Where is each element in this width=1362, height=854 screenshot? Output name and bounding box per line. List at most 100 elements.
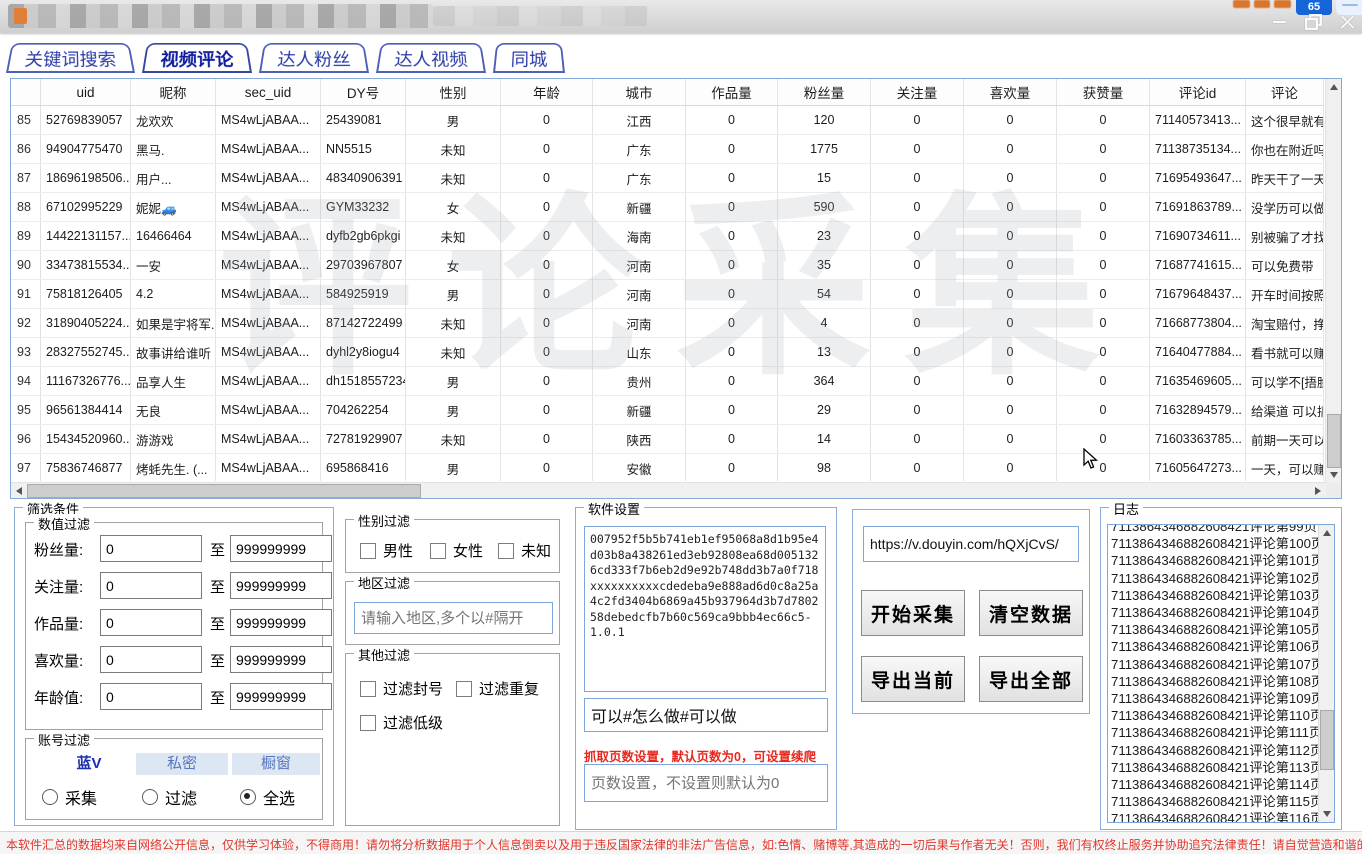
page-count-input[interactable] <box>584 764 828 802</box>
works-max-input[interactable] <box>230 609 332 636</box>
start-collect-button[interactable]: 开始采集 <box>861 590 965 636</box>
log-entry[interactable]: 7113864346882608421评论第114页 <box>1111 776 1319 793</box>
age-min-input[interactable] <box>100 683 202 710</box>
cell-nick: 16466464 <box>131 222 216 250</box>
log-scrollbar[interactable] <box>1318 525 1334 822</box>
log-entry[interactable]: 7113864346882608421评论第99页 <box>1111 524 1319 535</box>
log-entry[interactable]: 7113864346882608421评论第106页 <box>1111 638 1319 655</box>
follow-min-input[interactable] <box>100 572 202 599</box>
table-row[interactable]: 8694904775470黑马.MS4wLjABAA...NN5515未知0广东… <box>11 135 1324 164</box>
cell-like: 0 <box>964 106 1057 134</box>
table-row[interactable]: 8718696198506...用户...MS4wLjABAA...483409… <box>11 164 1324 193</box>
filter-radio[interactable]: 过滤 <box>142 785 197 809</box>
filter-duplicate-checkbox[interactable]: 过滤重复 <box>456 678 539 699</box>
table-vertical-scrollbar[interactable] <box>1325 79 1341 483</box>
restore-button[interactable] <box>1300 12 1326 30</box>
showcase-toggle[interactable]: 橱窗 <box>232 753 320 775</box>
log-entry[interactable]: 7113864346882608421评论第108页 <box>1111 673 1319 690</box>
table-row[interactable]: 9411167326776...品享人生MS4wLjABAA...dh15185… <box>11 367 1324 396</box>
cell-sex: 男 <box>406 367 501 395</box>
log-entry[interactable]: 7113864346882608421评论第100页 <box>1111 535 1319 552</box>
blue-v-toggle[interactable]: 蓝V <box>48 753 130 775</box>
log-scroll-down-icon[interactable] <box>1323 811 1331 817</box>
cell-praise: 0 <box>1057 222 1150 250</box>
minimize-button[interactable] <box>1267 12 1293 30</box>
private-toggle[interactable]: 私密 <box>136 753 228 775</box>
row-number-cell: 91 <box>11 280 41 308</box>
license-key-text[interactable]: 007952f5b5b741eb1ef95068a8d1b95e4d03b8a4… <box>584 526 826 692</box>
table-row[interactable]: 8914422131157...16466464MS4wLjABAA...dyf… <box>11 222 1324 251</box>
export-current-button[interactable]: 导出当前 <box>861 656 965 702</box>
unknown-checkbox[interactable]: 未知 <box>498 540 551 561</box>
table-row[interactable]: 91758181264054.2MS4wLjABAA...584925919男0… <box>11 280 1324 309</box>
fans-filter-label: 粉丝量: <box>34 539 83 560</box>
cell-uid: 31890405224... <box>41 309 131 337</box>
vertical-scroll-thumb[interactable] <box>1327 414 1341 468</box>
collect-radio[interactable]: 采集 <box>42 785 97 809</box>
age-max-input[interactable] <box>230 683 332 710</box>
table-row[interactable]: 9033473815534...一安MS4wLjABAA...297039678… <box>11 251 1324 280</box>
clear-data-button[interactable]: 清空数据 <box>979 590 1083 636</box>
log-list: 7113864346882608421评论第99页711386434688260… <box>1107 524 1335 823</box>
horizontal-scroll-thumb[interactable] <box>27 484 421 498</box>
table-row[interactable]: 9231890405224...如果是宇将军...MS4wLjABAA...87… <box>11 309 1324 338</box>
scroll-left-arrow-icon[interactable] <box>16 487 22 495</box>
cell-sex: 男 <box>406 454 501 481</box>
topic-input[interactable] <box>584 698 828 732</box>
cell-nick: 黑马. <box>131 135 216 163</box>
table-row[interactable]: 9775836746877烤蚝先生. (...MS4wLjABAA...6958… <box>11 454 1324 481</box>
scroll-up-arrow-icon[interactable] <box>1330 84 1338 90</box>
log-entry[interactable]: 7113864346882608421评论第115页 <box>1111 793 1319 810</box>
close-button[interactable] <box>1335 12 1361 30</box>
cell-comment: 淘宝赔付，挣... <box>1246 309 1324 337</box>
log-entry[interactable]: 7113864346882608421评论第112页 <box>1111 742 1319 759</box>
export-all-button[interactable]: 导出全部 <box>979 656 1083 702</box>
log-entry[interactable]: 7113864346882608421评论第102页 <box>1111 570 1319 587</box>
log-entry[interactable]: 7113864346882608421评论第113页 <box>1111 759 1319 776</box>
like-min-input[interactable] <box>100 646 202 673</box>
female-checkbox[interactable]: 女性 <box>430 540 483 561</box>
radio-label: 采集 <box>65 785 97 809</box>
filter-lowgrade-checkbox[interactable]: 过滤低级 <box>360 712 443 733</box>
table-row[interactable]: 9596561384414无良MS4wLjABAA...704262254男0新… <box>11 396 1324 425</box>
log-entry[interactable]: 7113864346882608421评论第111页 <box>1111 724 1319 741</box>
cell-like: 0 <box>964 222 1057 250</box>
log-scroll-up-icon[interactable] <box>1323 530 1331 536</box>
video-url-input[interactable] <box>863 526 1079 562</box>
table-row[interactable]: 9328327552745...故事讲给谁听MS4wLjABAA...dyhl2… <box>11 338 1324 367</box>
works-min-input[interactable] <box>100 609 202 636</box>
tab-influencer-fans[interactable]: 达人粉丝 <box>259 43 369 73</box>
like-max-input[interactable] <box>230 646 332 673</box>
tab-keyword-search[interactable]: 关键词搜索 <box>6 43 135 73</box>
table-row[interactable]: 8867102995229妮妮🚙MS4wLjABAA...GYM33232女0新… <box>11 193 1324 222</box>
male-checkbox[interactable]: 男性 <box>360 540 413 561</box>
cell-age: 0 <box>501 135 593 163</box>
table-horizontal-scrollbar[interactable] <box>11 482 1326 498</box>
follow-max-input[interactable] <box>230 572 332 599</box>
tab-influencer-videos[interactable]: 达人视频 <box>376 43 486 73</box>
log-entry[interactable]: 7113864346882608421评论第104页 <box>1111 604 1319 621</box>
numeric-filter-row: 粉丝量:至 <box>26 535 322 563</box>
select-all-radio[interactable]: 全选 <box>240 785 295 809</box>
region-filter-title: 地区过滤 <box>354 573 414 592</box>
log-entry[interactable]: 7113864346882608421评论第109页 <box>1111 690 1319 707</box>
table-row[interactable]: 8552769839057龙欢欢MS4wLjABAA...25439081男0江… <box>11 106 1324 135</box>
log-entry[interactable]: 7113864346882608421评论第101页 <box>1111 552 1319 569</box>
log-scroll-thumb[interactable] <box>1320 710 1334 770</box>
tab-video-comments[interactable]: 视频评论 <box>142 43 252 73</box>
log-entry[interactable]: 7113864346882608421评论第107页 <box>1111 656 1319 673</box>
scroll-down-arrow-icon[interactable] <box>1330 472 1338 478</box>
log-entry[interactable]: 7113864346882608421评论第105页 <box>1111 621 1319 638</box>
log-entry[interactable]: 7113864346882608421评论第110页 <box>1111 707 1319 724</box>
region-input[interactable] <box>354 602 553 634</box>
log-entry[interactable]: 7113864346882608421评论第116页 <box>1111 810 1319 823</box>
cell-works: 0 <box>686 164 778 192</box>
fans-max-input[interactable] <box>230 535 332 562</box>
log-entry[interactable]: 7113864346882608421评论第103页 <box>1111 587 1319 604</box>
fans-min-input[interactable] <box>100 535 202 562</box>
scroll-right-arrow-icon[interactable] <box>1315 487 1321 495</box>
table-row[interactable]: 9615434520960...游游戏MS4wLjABAA...72781929… <box>11 425 1324 454</box>
tab-same-city[interactable]: 同城 <box>493 43 565 73</box>
filter-banned-checkbox[interactable]: 过滤封号 <box>360 678 443 699</box>
cell-sec: MS4wLjABAA... <box>216 164 321 192</box>
